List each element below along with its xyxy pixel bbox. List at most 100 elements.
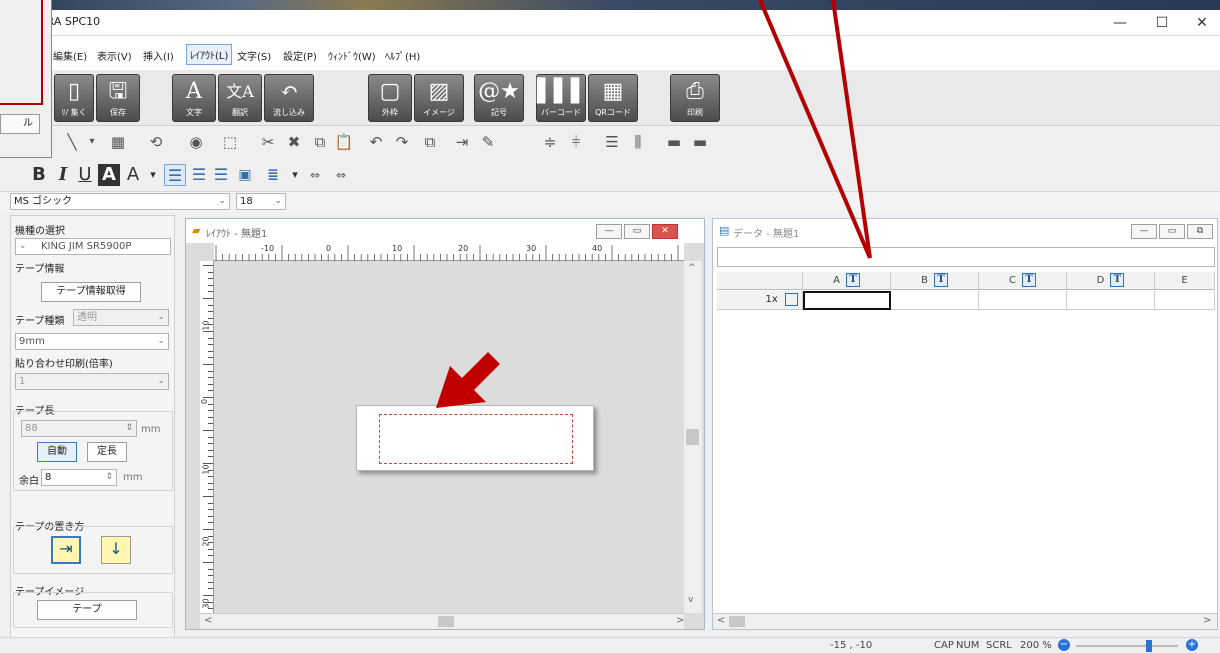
column-header-a[interactable]: AT xyxy=(803,272,891,290)
save-button[interactable]: 🖫 保存 xyxy=(96,74,140,122)
row-checkbox[interactable] xyxy=(785,292,798,306)
text-type-icon[interactable]: T xyxy=(1110,273,1125,287)
redo-icon[interactable]: ↷ xyxy=(392,132,412,152)
scroll-right-icon[interactable]: > xyxy=(676,615,684,626)
outline-icon[interactable]: A xyxy=(98,164,120,186)
table-tool-icon[interactable]: ▦ xyxy=(108,132,128,152)
table-cell[interactable] xyxy=(891,291,979,310)
menu-settings[interactable]: 設定(P) xyxy=(280,46,320,65)
scroll-left-icon[interactable]: < xyxy=(204,615,212,626)
scroll-thumb[interactable] xyxy=(686,429,699,445)
arrange-icon[interactable]: ⇥ xyxy=(452,132,472,152)
print-button[interactable]: ⎙ 印刷 xyxy=(670,74,720,122)
multi-print-select[interactable]: 1 ⌄ xyxy=(15,373,169,390)
shape-left-icon[interactable]: ▬ xyxy=(664,132,684,152)
copy-icon[interactable]: ⧉ xyxy=(310,132,330,152)
spacing-icon[interactable]: ≣ xyxy=(262,164,284,186)
font-color-icon[interactable]: A xyxy=(122,164,144,186)
undo-icon[interactable]: ↶ xyxy=(366,132,386,152)
column-header-b[interactable]: BT xyxy=(891,272,979,290)
model-select[interactable]: KING JIM SR5900P ⌄ xyxy=(15,238,171,255)
maximize-button[interactable]: ☐ xyxy=(1142,12,1182,34)
zoom-in-icon[interactable]: + xyxy=(1186,639,1198,651)
table-cell[interactable] xyxy=(979,291,1067,310)
text-type-icon[interactable]: T xyxy=(933,273,948,287)
group-icon[interactable]: ⧉ xyxy=(420,132,440,152)
table-cell[interactable] xyxy=(1067,291,1155,310)
vertical-orientation-icon[interactable]: ↓ xyxy=(101,536,131,564)
fixed-length-button[interactable]: 定長 xyxy=(87,442,127,462)
symbol-button[interactable]: @★ 記号 xyxy=(474,74,524,122)
distribute-icon[interactable]: ☰ xyxy=(602,132,622,152)
layout-horizontal-scrollbar[interactable]: < > xyxy=(200,613,684,629)
underline-icon[interactable]: U xyxy=(74,164,96,186)
table-cell-selected[interactable] xyxy=(803,291,891,310)
line-tool-icon[interactable]: ╲ xyxy=(62,132,82,152)
layout-minimize-button[interactable]: — xyxy=(596,224,622,239)
scroll-right-icon[interactable]: > xyxy=(1203,615,1211,626)
auto-length-button[interactable]: 自動 xyxy=(37,442,77,462)
convert-button[interactable]: 文A 翻訳 xyxy=(218,74,262,122)
column-header-e[interactable]: E xyxy=(1155,272,1215,290)
frame-button[interactable]: ▢ 外枠 xyxy=(368,74,412,122)
spacing-dropdown-icon[interactable]: ▾ xyxy=(284,164,306,186)
font-name-select[interactable]: MS ゴシック ⌄ xyxy=(10,193,230,210)
flow-in-button[interactable]: ↶ 流し込み xyxy=(264,74,314,122)
highlight-icon[interactable]: ✎ xyxy=(478,132,498,152)
new-collect-button[interactable]: ▯ ﾘ/ 集く xyxy=(54,74,94,122)
scroll-thumb[interactable] xyxy=(438,616,454,627)
paste-icon[interactable]: 📋 xyxy=(334,132,354,152)
delete-icon[interactable]: ✖ xyxy=(284,132,304,152)
data-horizontal-scrollbar[interactable]: < > xyxy=(713,613,1217,629)
menu-edit[interactable]: 編集(E) xyxy=(50,46,90,65)
menu-insert[interactable]: 挿入(I) xyxy=(140,46,177,65)
menu-text[interactable]: 文字(S) xyxy=(234,46,274,65)
horizontal-orientation-icon[interactable]: ⇥ xyxy=(51,536,81,564)
scroll-thumb[interactable] xyxy=(729,616,745,627)
align-right-icon[interactable]: ☰ xyxy=(210,164,232,186)
data-entry-field[interactable] xyxy=(717,247,1215,267)
align-center-icon[interactable]: ☰ xyxy=(188,164,210,186)
close-button[interactable]: ✕ xyxy=(1182,12,1220,34)
auto-size-icon[interactable]: ⇔ xyxy=(304,164,326,186)
distribute-h-icon[interactable]: ⫼ xyxy=(628,132,648,152)
select-frame-icon[interactable]: ⬚ xyxy=(220,132,240,152)
table-cell[interactable] xyxy=(1155,291,1215,310)
minimize-button[interactable]: — xyxy=(1100,12,1140,34)
row-header[interactable]: 1x xyxy=(717,291,803,310)
text-button[interactable]: A 文字 xyxy=(172,74,216,122)
font-color-dropdown-icon[interactable]: ▾ xyxy=(142,164,164,186)
tape-label-preview[interactable] xyxy=(356,405,594,471)
scroll-up-icon[interactable]: ^ xyxy=(688,263,696,273)
text-type-icon[interactable]: T xyxy=(845,273,860,287)
zoom-tool-icon[interactable]: ◉ xyxy=(186,132,206,152)
scroll-left-icon[interactable]: < xyxy=(717,615,725,626)
layout-maximize-button[interactable]: ▭ xyxy=(624,224,650,239)
qrcode-button[interactable]: ▦ QRコード xyxy=(588,74,638,122)
shape-right-icon[interactable]: ▬ xyxy=(690,132,710,152)
column-header-d[interactable]: DT xyxy=(1067,272,1155,290)
fit-icon[interactable]: ⇔ xyxy=(330,164,352,186)
align-horizontal-icon[interactable]: ⫩ xyxy=(566,132,586,152)
menu-layout[interactable]: ﾚｲｱｳﾄ(L) xyxy=(186,44,233,65)
text-type-icon[interactable]: T xyxy=(1021,273,1036,287)
tape-length-input[interactable]: 88 ⇕ xyxy=(21,420,137,437)
data-close-button[interactable]: ⧉ xyxy=(1187,224,1213,239)
layout-close-button[interactable]: ✕ xyxy=(652,224,678,239)
layout-vertical-scrollbar[interactable]: ^ v xyxy=(684,261,702,613)
zoom-slider-track[interactable] xyxy=(1076,645,1178,647)
cut-icon[interactable]: ✂ xyxy=(258,132,278,152)
image-button[interactable]: ▨ イメージ xyxy=(414,74,464,122)
zoom-out-icon[interactable]: − xyxy=(1058,639,1070,651)
dialog-button[interactable]: ル xyxy=(0,114,40,134)
align-vertical-icon[interactable]: ≑ xyxy=(540,132,560,152)
tape-type-select[interactable]: 透明 ⌄ xyxy=(73,309,169,326)
zoom-slider-thumb[interactable] xyxy=(1146,640,1152,652)
data-minimize-button[interactable]: — xyxy=(1131,224,1157,239)
menu-view[interactable]: 表示(V) xyxy=(94,46,135,65)
column-header-c[interactable]: CT xyxy=(979,272,1067,290)
margin-input[interactable]: 8 ⇕ xyxy=(41,469,117,486)
menu-help[interactable]: ﾍﾙﾌﾟ(H) xyxy=(382,46,423,65)
menu-window[interactable]: ｳｨﾝﾄﾞｳ(W) xyxy=(325,46,379,65)
tape-width-select[interactable]: 9mm ⌄ xyxy=(15,333,169,350)
